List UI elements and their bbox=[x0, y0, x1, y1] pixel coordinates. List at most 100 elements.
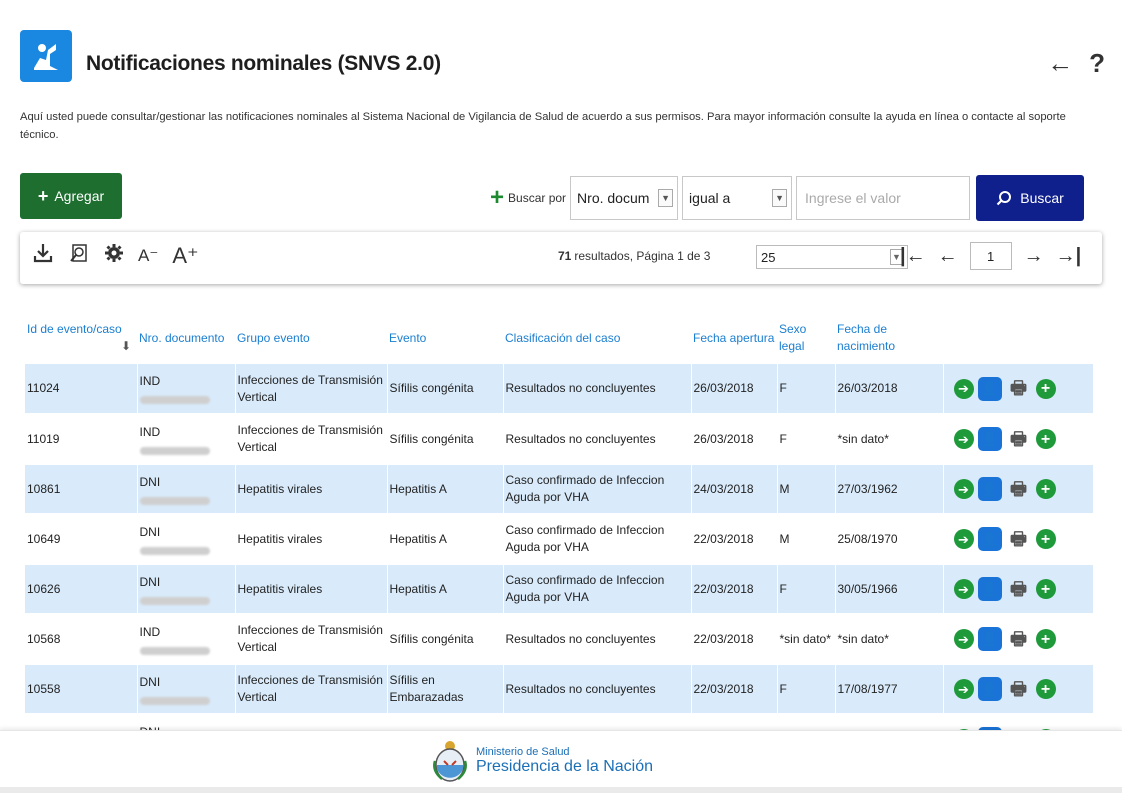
cell-id: 10861 bbox=[25, 464, 137, 515]
go-arrow-icon[interactable]: ➔ bbox=[953, 629, 974, 649]
first-page-icon[interactable]: |← bbox=[900, 245, 926, 268]
table-row[interactable]: 10649 DNI Hepatitis virales Hepatitis A Caso… bbox=[25, 514, 1093, 565]
document-number-redacted bbox=[139, 446, 210, 455]
cell-document: IND bbox=[136, 364, 235, 415]
table-row[interactable]: 10861 DNI Hepatitis virales Hepatitis A Caso… bbox=[25, 464, 1093, 515]
print-icon[interactable]: 🖶 bbox=[1006, 578, 1032, 600]
row-actions: ➔👤🖶+ bbox=[942, 514, 1093, 565]
print-icon[interactable]: 🖶 bbox=[1006, 528, 1032, 550]
last-page-icon[interactable]: →| bbox=[1056, 245, 1082, 268]
help-icon[interactable]: ? bbox=[1089, 48, 1105, 78]
user-icon[interactable]: 👤 bbox=[977, 577, 1002, 601]
user-icon[interactable]: 👤 bbox=[977, 677, 1002, 701]
column-header[interactable]: Nro. documento bbox=[137, 312, 235, 364]
search-button-label: Buscar bbox=[1020, 190, 1064, 206]
cell-clasificacion: Resultados no concluyentes bbox=[502, 664, 691, 715]
ministry-label: Ministerio de Salud bbox=[476, 746, 570, 758]
add-circle-icon[interactable]: + bbox=[1035, 529, 1056, 549]
page-size-select[interactable]: 25 ▼ bbox=[756, 245, 908, 269]
search-value-input[interactable] bbox=[796, 176, 971, 220]
table-row[interactable]: 10626 DNI Hepatitis virales Hepatitis A Caso… bbox=[25, 564, 1093, 615]
results-page-text: resultados, Página 1 de 3 bbox=[574, 249, 711, 263]
print-icon[interactable]: 🖶 bbox=[1006, 478, 1032, 500]
cell-id: 10568 bbox=[25, 614, 137, 665]
add-circle-icon[interactable]: + bbox=[1035, 479, 1056, 499]
document-type: DNI bbox=[139, 474, 161, 489]
table-row[interactable]: 10568 IND Infecciones de Transmisión Verti… bbox=[25, 614, 1093, 665]
go-arrow-icon[interactable]: ➔ bbox=[953, 679, 974, 699]
column-header[interactable]: Clasificación del caso bbox=[503, 312, 691, 364]
table-body: 11024 IND Infecciones de Transmisión Verti… bbox=[25, 364, 1093, 732]
add-circle-icon[interactable]: + bbox=[1035, 679, 1056, 699]
column-header[interactable]: Sexo legal bbox=[777, 312, 835, 364]
go-arrow-icon[interactable]: ➔ bbox=[953, 429, 974, 449]
column-header[interactable]: Grupo evento bbox=[235, 312, 387, 364]
column-header[interactable]: Id de evento/caso ⬇ bbox=[25, 312, 137, 364]
go-arrow-icon[interactable]: ➔ bbox=[953, 479, 974, 499]
table-header-row: Id de evento/caso ⬇ Nro. documento Grupo… bbox=[25, 312, 1093, 364]
sort-desc-icon[interactable]: ⬇ bbox=[121, 338, 131, 355]
national-seal-icon bbox=[433, 741, 467, 782]
row-actions: ➔👤🖶+ bbox=[942, 414, 1093, 465]
print-icon[interactable]: 🖶 bbox=[1006, 628, 1032, 650]
add-circle-icon[interactable]: + bbox=[1035, 579, 1056, 599]
font-increase-icon[interactable]: A⁺ bbox=[172, 243, 198, 269]
add-circle-icon[interactable]: + bbox=[1035, 378, 1056, 399]
go-arrow-icon[interactable]: ➔ bbox=[953, 378, 974, 399]
table-row[interactable]: 11024 IND Infecciones de Transmisión Verti… bbox=[25, 364, 1093, 415]
column-header[interactable]: Evento bbox=[387, 312, 503, 364]
gear-icon[interactable] bbox=[104, 243, 124, 269]
document-type: DNI bbox=[139, 574, 161, 589]
app-logo bbox=[20, 30, 72, 82]
add-button[interactable]: + Agregar bbox=[20, 173, 122, 219]
cell-fecha-apertura: 26/03/2018 bbox=[690, 414, 777, 465]
print-icon[interactable]: 🖶 bbox=[1006, 678, 1032, 700]
print-icon[interactable]: 🖶 bbox=[1006, 428, 1032, 450]
row-actions: ➔👤🖶+ bbox=[942, 664, 1093, 715]
go-arrow-icon[interactable]: ➔ bbox=[953, 529, 974, 549]
page-number-input[interactable] bbox=[969, 242, 1012, 270]
go-arrow-icon[interactable]: ➔ bbox=[953, 579, 974, 599]
column-header[interactable]: Fecha de nacimiento bbox=[835, 312, 943, 364]
add-circle-icon[interactable]: + bbox=[1035, 629, 1056, 649]
cell-fecha-nacimiento: 17/08/1977 bbox=[834, 664, 943, 715]
search-button[interactable]: Buscar bbox=[976, 175, 1085, 221]
font-decrease-icon[interactable]: A⁻ bbox=[138, 246, 158, 266]
search-field-select[interactable]: Nro. docum ▼ bbox=[570, 176, 679, 220]
user-icon[interactable]: 👤 bbox=[977, 376, 1002, 401]
previous-page-icon[interactable]: ← bbox=[938, 245, 958, 268]
print-icon[interactable]: 🖶 bbox=[1006, 378, 1032, 400]
plus-icon: + bbox=[37, 185, 49, 206]
search-document-icon[interactable] bbox=[68, 242, 90, 270]
presidency-label: Presidencia de la Nación bbox=[476, 758, 653, 775]
cell-document: DNI bbox=[136, 564, 235, 615]
next-page-icon[interactable]: → bbox=[1024, 245, 1044, 268]
column-header[interactable]: Fecha apertura bbox=[691, 312, 777, 364]
cell-grupo-evento: Infecciones de Transmisión Vertical bbox=[234, 614, 387, 665]
page: Notificaciones nominales (SNVS 2.0) ← ? … bbox=[0, 0, 1122, 793]
search-operator-select[interactable]: igual a ▼ bbox=[682, 176, 793, 220]
download-icon[interactable] bbox=[32, 242, 54, 270]
table-row[interactable]: 10558 DNI Infecciones de Transmisión Verti… bbox=[25, 664, 1093, 715]
table-row[interactable]: 11019 IND Infecciones de Transmisión Verti… bbox=[25, 414, 1093, 465]
user-icon[interactable]: 👤 bbox=[977, 427, 1002, 451]
cell-evento: Sífilis congénita bbox=[386, 364, 503, 415]
user-icon[interactable]: 👤 bbox=[977, 527, 1002, 551]
table-tools: A⁻ A⁺ bbox=[32, 242, 199, 270]
back-arrow-icon[interactable]: ← bbox=[1047, 48, 1073, 78]
page-description: Aquí usted puede consultar/gestionar las… bbox=[20, 111, 1066, 141]
cell-evento: Sífilis congénita bbox=[386, 414, 503, 465]
cell-grupo-evento: Infecciones de Transmisión Vertical bbox=[234, 664, 387, 715]
cell-evento: Hepatitis A bbox=[386, 464, 503, 515]
user-icon[interactable]: 👤 bbox=[977, 477, 1002, 501]
pagination: |← ← → →| bbox=[900, 242, 1081, 270]
cell-evento: Sífilis congénita bbox=[386, 614, 503, 665]
user-icon[interactable]: 👤 bbox=[977, 627, 1002, 651]
document-type: DNI bbox=[139, 524, 161, 539]
add-circle-icon[interactable]: + bbox=[1035, 429, 1056, 449]
search-field-value: Nro. docum bbox=[577, 190, 650, 206]
cell-fecha-apertura: 22/03/2018 bbox=[690, 564, 777, 615]
document-number-redacted bbox=[139, 696, 210, 705]
add-filter-icon[interactable]: + bbox=[490, 186, 504, 210]
results-info: 71 resultados, Página 1 de 3 bbox=[558, 249, 710, 263]
